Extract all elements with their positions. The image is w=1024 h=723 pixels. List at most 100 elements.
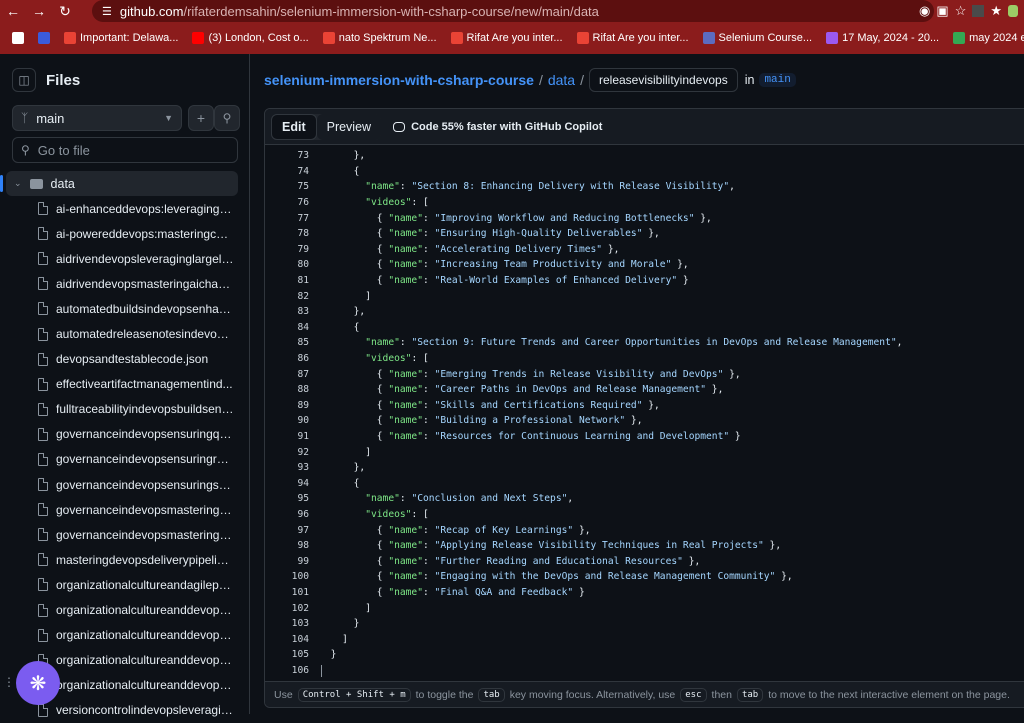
file-tree-item[interactable]: organizationalcultureanddevops... — [0, 623, 250, 648]
copilot-icon — [393, 121, 406, 132]
file-tree-item[interactable]: governanceindevopsensuringqu... — [0, 422, 250, 447]
install-app-icon[interactable]: ▣ — [936, 3, 948, 19]
file-tree-item[interactable]: aidrivendevopsmasteringaichang... — [0, 271, 250, 296]
bookmark-star-icon[interactable]: ☆ — [955, 3, 967, 19]
file-name: aidrivendevopsmasteringaichang... — [56, 276, 234, 291]
kbd-tab: tab — [478, 687, 505, 702]
file-name: governanceindevopsensuringreg... — [56, 452, 234, 467]
file-name: organizationalcultureanddevops... — [56, 603, 234, 618]
file-tree-item[interactable]: organizationalcultureanddevops... — [0, 598, 250, 623]
bookmark-item[interactable]: Important: Delawa... — [58, 28, 184, 48]
forward-arrow-icon[interactable]: → — [26, 1, 52, 21]
file-tree: ⌄ data ai-enhanceddevops:leveragingai...… — [0, 171, 250, 723]
code-text: { "name": "Real-World Examples of Enhanc… — [319, 275, 689, 286]
tab-edit[interactable]: Edit — [271, 113, 317, 140]
go-to-file-input[interactable]: ⚲ Go to file — [12, 137, 238, 163]
file-name: governanceindevopsensuringsec... — [56, 477, 234, 492]
line-number: 90 — [297, 415, 309, 427]
bookmark-label: 17 May, 2024 - 20... — [842, 32, 940, 44]
line-number: 89 — [297, 399, 309, 411]
json-punctuation: { — [376, 212, 389, 224]
sidebar-title: Files — [46, 71, 81, 89]
file-tree-item[interactable]: aidrivendevopsleveraginglargela... — [0, 246, 250, 271]
copilot-promo[interactable]: Code 55% faster with GitHub Copilot — [393, 121, 602, 133]
breadcrumb-folder-link[interactable]: data — [548, 72, 575, 88]
file-tree-item[interactable]: masteringdevopsdeliverypipeline... — [0, 547, 250, 572]
json-punctuation: : — [399, 493, 412, 505]
bookmark-item[interactable]: nato Spektrum Ne... — [317, 28, 443, 48]
bookmark-item[interactable]: 17 May, 2024 - 20... — [820, 28, 945, 48]
json-punctuation: }, — [763, 540, 782, 552]
bookmark-item[interactable]: may 2024 expens... — [947, 28, 1024, 48]
bookmark-item[interactable] — [32, 28, 56, 48]
json-punctuation: : — [399, 181, 412, 193]
json-punctuation: }, — [671, 259, 689, 271]
sparkle-icon: ❋ — [29, 672, 47, 695]
file-tree-item[interactable]: ai-enhanceddevops:leveragingai... — [0, 196, 250, 221]
editor-tabs: Edit Preview — [271, 113, 382, 140]
search-files-button[interactable]: ⚲ — [214, 105, 240, 131]
kbd-esc: esc — [680, 687, 707, 702]
file-name: organizationalcultureanddevops... — [56, 678, 234, 693]
bookmark-item[interactable]: Selenium Course... — [697, 28, 819, 48]
code-text: }, — [319, 462, 366, 474]
file-icon — [38, 252, 48, 266]
code-text: { "name": "Engaging with the DevOps and … — [319, 571, 793, 582]
add-file-button[interactable]: + — [188, 105, 214, 131]
extension-icon[interactable] — [972, 5, 985, 17]
file-name: effectiveartifactmanagementind... — [56, 377, 233, 392]
reload-icon[interactable]: ↻ — [52, 1, 78, 21]
json-punctuation: : [ — [411, 353, 429, 365]
site-settings-icon[interactable]: ☰ — [102, 5, 112, 18]
file-tree-item[interactable]: governanceindevopsensuringreg... — [0, 447, 250, 472]
copilot-label: Code 55% faster with GitHub Copilot — [411, 120, 603, 133]
json-punctuation: : — [422, 431, 435, 443]
json-key: "name" — [388, 524, 423, 536]
file-icon — [38, 528, 48, 542]
bookmark-item[interactable] — [6, 28, 30, 48]
breadcrumb-separator: / — [538, 72, 543, 88]
tab-preview[interactable]: Preview — [316, 113, 382, 140]
file-icon — [38, 452, 48, 466]
json-key: "name" — [388, 243, 423, 255]
assistant-fab-button[interactable]: ❋ — [16, 661, 60, 705]
json-punctuation: }, — [353, 306, 366, 318]
file-tree-item[interactable]: effectiveartifactmanagementind... — [0, 372, 250, 397]
file-icon — [38, 202, 48, 216]
file-tree-item[interactable]: automatedreleasenotesindevops... — [0, 321, 250, 346]
android-extension-icon[interactable] — [1008, 5, 1018, 17]
json-punctuation: : — [422, 587, 435, 599]
json-string: "Recap of Key Learnings" — [434, 524, 574, 536]
json-key: "name" — [388, 384, 423, 396]
branch-selector[interactable]: ᛉ main ▼ — [12, 105, 182, 131]
line-number: 99 — [297, 555, 309, 567]
hint-text: to toggle the — [415, 688, 474, 701]
code-area[interactable]: 73 }, 74 {75 "name": "Section 8: Enhancin… — [265, 145, 1024, 677]
json-punctuation: }, — [353, 462, 366, 474]
file-tree-item[interactable]: governanceindevopsmasteringa... — [0, 497, 250, 522]
file-tree-item[interactable]: devopsandtestablecode.json — [0, 347, 250, 372]
lens-icon[interactable]: ◉ — [919, 3, 930, 19]
json-string: "Career Paths in DevOps and Release Mana… — [434, 384, 707, 396]
json-punctuation: }, — [775, 571, 793, 583]
file-tree-item[interactable]: governanceindevopsmasteringri... — [0, 522, 250, 547]
folder-data[interactable]: ⌄ data — [0, 171, 238, 196]
file-tree-item[interactable]: automatedbuildsindevopsenhan... — [0, 296, 250, 321]
file-tree-item[interactable]: governanceindevopsensuringsec... — [0, 472, 250, 497]
bookmark-favicon-icon — [702, 32, 715, 44]
code-line: 106 — [265, 663, 1024, 679]
bookmark-item[interactable]: Rifat Are you inter... — [445, 28, 569, 48]
file-tree-item[interactable]: fulltraceabilityindevopsbuildsenh... — [0, 397, 250, 422]
code-line: 97 { "name": "Recap of Key Learnings" }, — [265, 522, 1024, 538]
file-tree-item[interactable]: ai-powereddevops:masteringcod... — [0, 221, 250, 246]
star-extension-icon[interactable]: ★ — [990, 3, 1002, 19]
bookmark-item[interactable]: Rifat Are you inter... — [571, 28, 695, 48]
bookmark-item[interactable]: (3) London, Cost o... — [186, 28, 314, 48]
back-arrow-icon[interactable]: ← — [0, 1, 26, 21]
address-bar[interactable]: ☰ github.com/rifaterdemsahin/selenium-im… — [92, 0, 934, 22]
file-icon — [38, 603, 48, 617]
filename-input[interactable]: releasevisibilityindevops — [588, 68, 738, 92]
file-tree-item[interactable]: organizationalcultureandagilepro... — [0, 572, 250, 597]
breadcrumb-repo-link[interactable]: selenium-immersion-with-csharp-course — [264, 72, 534, 88]
collapse-sidebar-icon[interactable]: ◫ — [12, 68, 36, 92]
